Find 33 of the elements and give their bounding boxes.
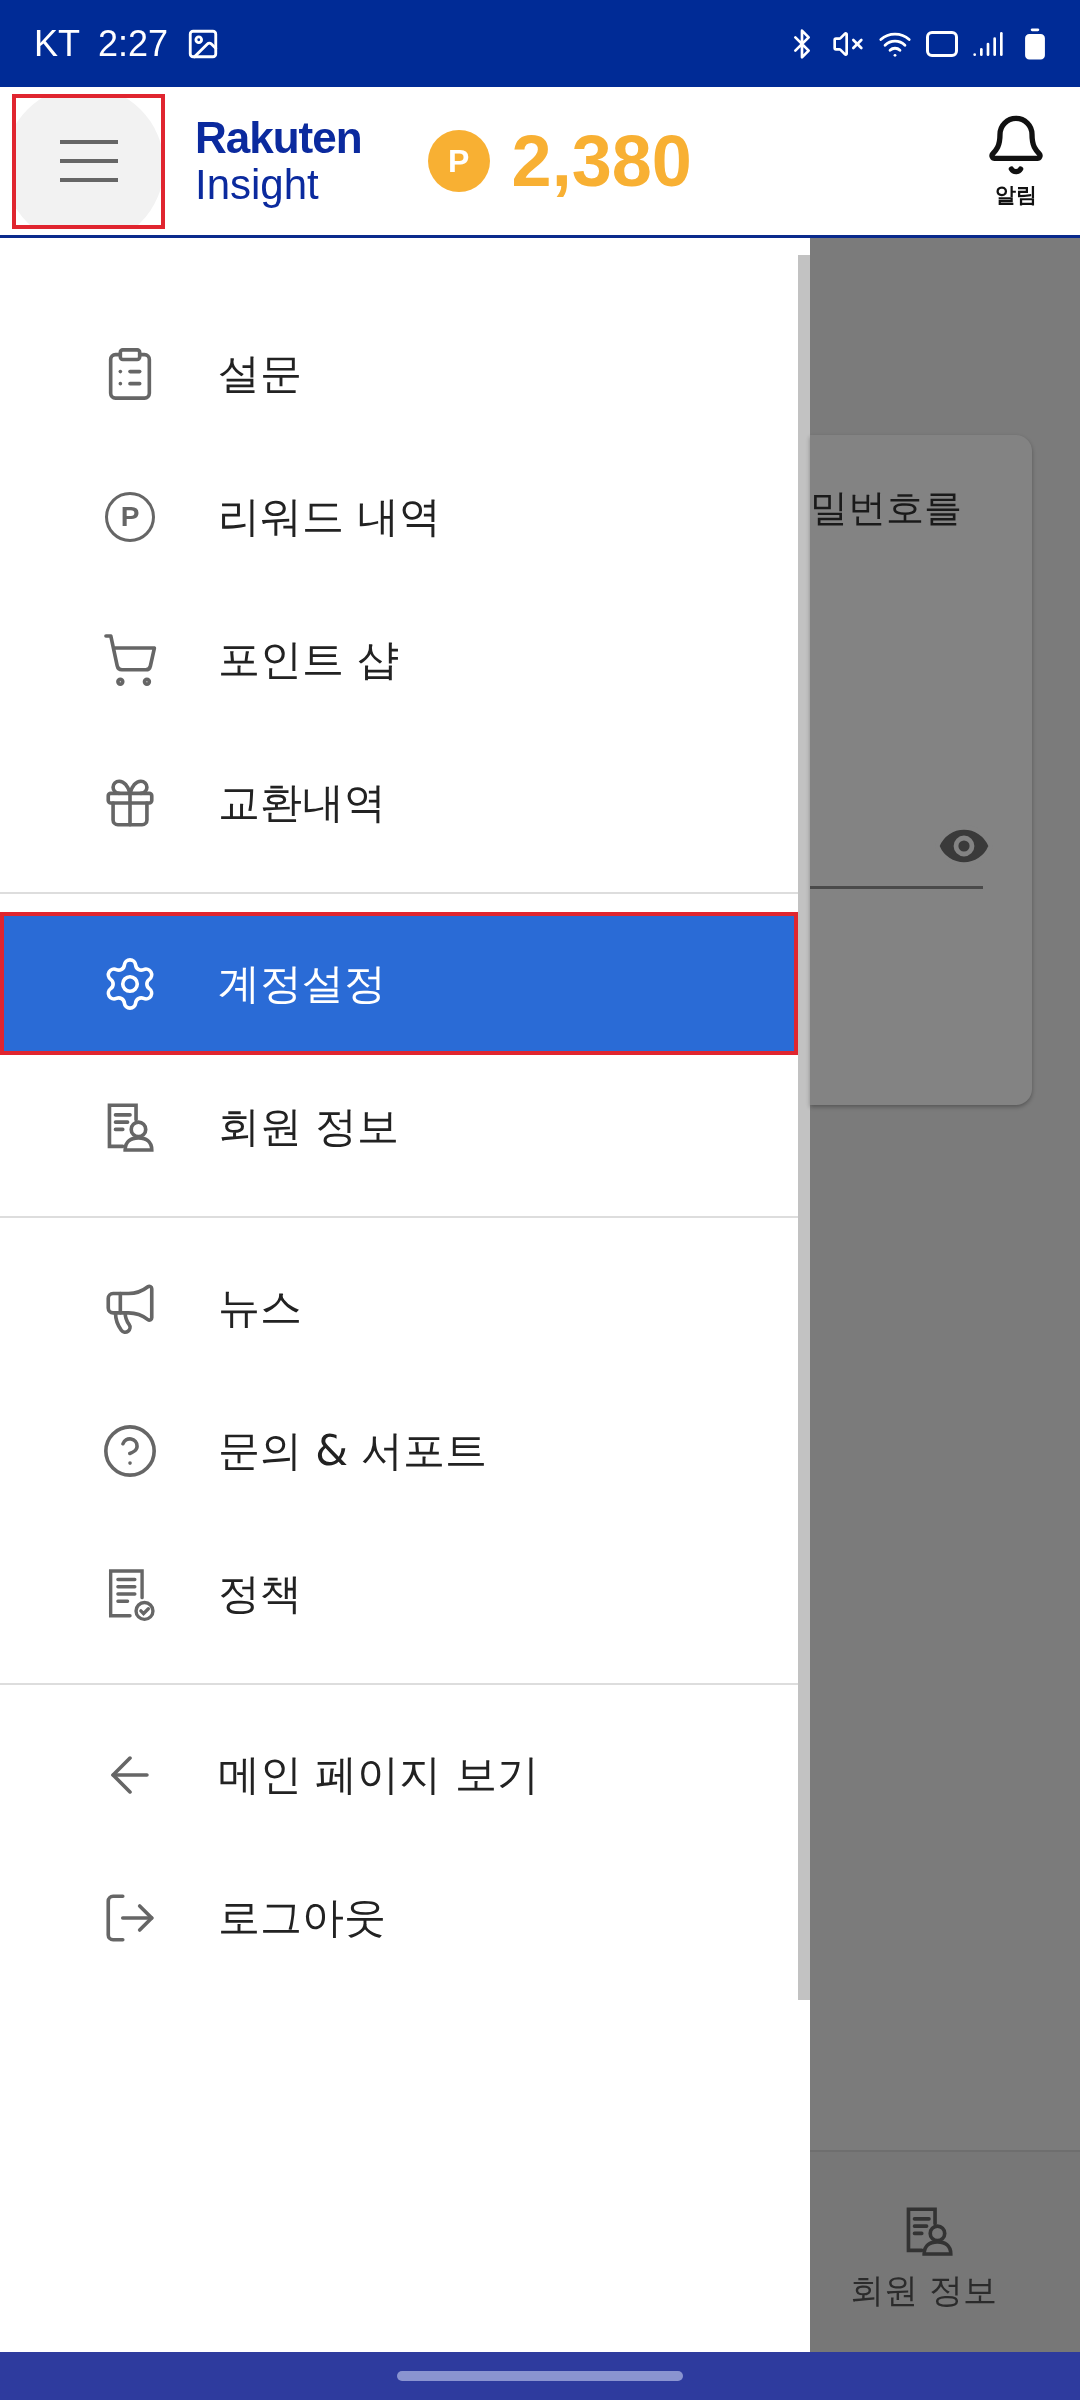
notifications-button[interactable]: 알림 xyxy=(984,113,1048,209)
drawer-item[interactable]: 로그아웃 xyxy=(0,1846,798,1989)
drawer-item[interactable]: 설문 xyxy=(0,302,798,445)
menu-button[interactable] xyxy=(12,93,165,229)
drawer-item-label: 회원 정보 xyxy=(218,1100,400,1153)
menu-icon xyxy=(59,138,118,184)
drawer-item-label: 메인 페이지 보기 xyxy=(218,1748,539,1801)
points-coin-icon: P xyxy=(427,130,490,192)
drawer-item-label: 뉴스 xyxy=(218,1281,302,1334)
drawer-item[interactable]: 뉴스 xyxy=(0,1236,798,1379)
card-text: 밀번호를 xyxy=(810,485,963,532)
drawer-item[interactable]: 계정설정 xyxy=(0,912,798,1055)
drawer-item-label: 정책 xyxy=(218,1567,302,1620)
drawer-item[interactable]: 회원 정보 xyxy=(0,1055,798,1198)
drawer-item-label: 교환내역 xyxy=(218,776,386,829)
drawer-item-label: 리워드 내역 xyxy=(218,490,442,543)
drawer-item-label: 포인트 샵 xyxy=(218,633,400,686)
drawer-item[interactable]: 포인트 샵 xyxy=(0,588,798,731)
logo-text: Rakuten xyxy=(195,116,362,160)
drawer-item[interactable]: P 리워드 내역 xyxy=(0,445,798,588)
drawer-item-label: 문의 & 서포트 xyxy=(218,1424,488,1477)
drawer-item[interactable]: 문의 & 서포트 xyxy=(0,1379,798,1522)
drawer-item-label: 설문 xyxy=(218,347,302,400)
status-time: 2:27 xyxy=(98,22,169,65)
logo-text: Insight xyxy=(195,164,320,206)
drawer-item[interactable]: 교환내역 xyxy=(0,731,798,874)
drawer-item[interactable]: 정책 xyxy=(0,1522,798,1665)
drawer-item[interactable]: 메인 페이지 보기 xyxy=(0,1703,798,1846)
carrier-name: KT xyxy=(34,22,80,65)
points-icon: P xyxy=(105,491,155,542)
drawer-item-label: 로그아웃 xyxy=(218,1891,386,1944)
drawer-item-label: 계정설정 xyxy=(218,957,386,1010)
points-balance: 2,380 xyxy=(511,120,692,202)
